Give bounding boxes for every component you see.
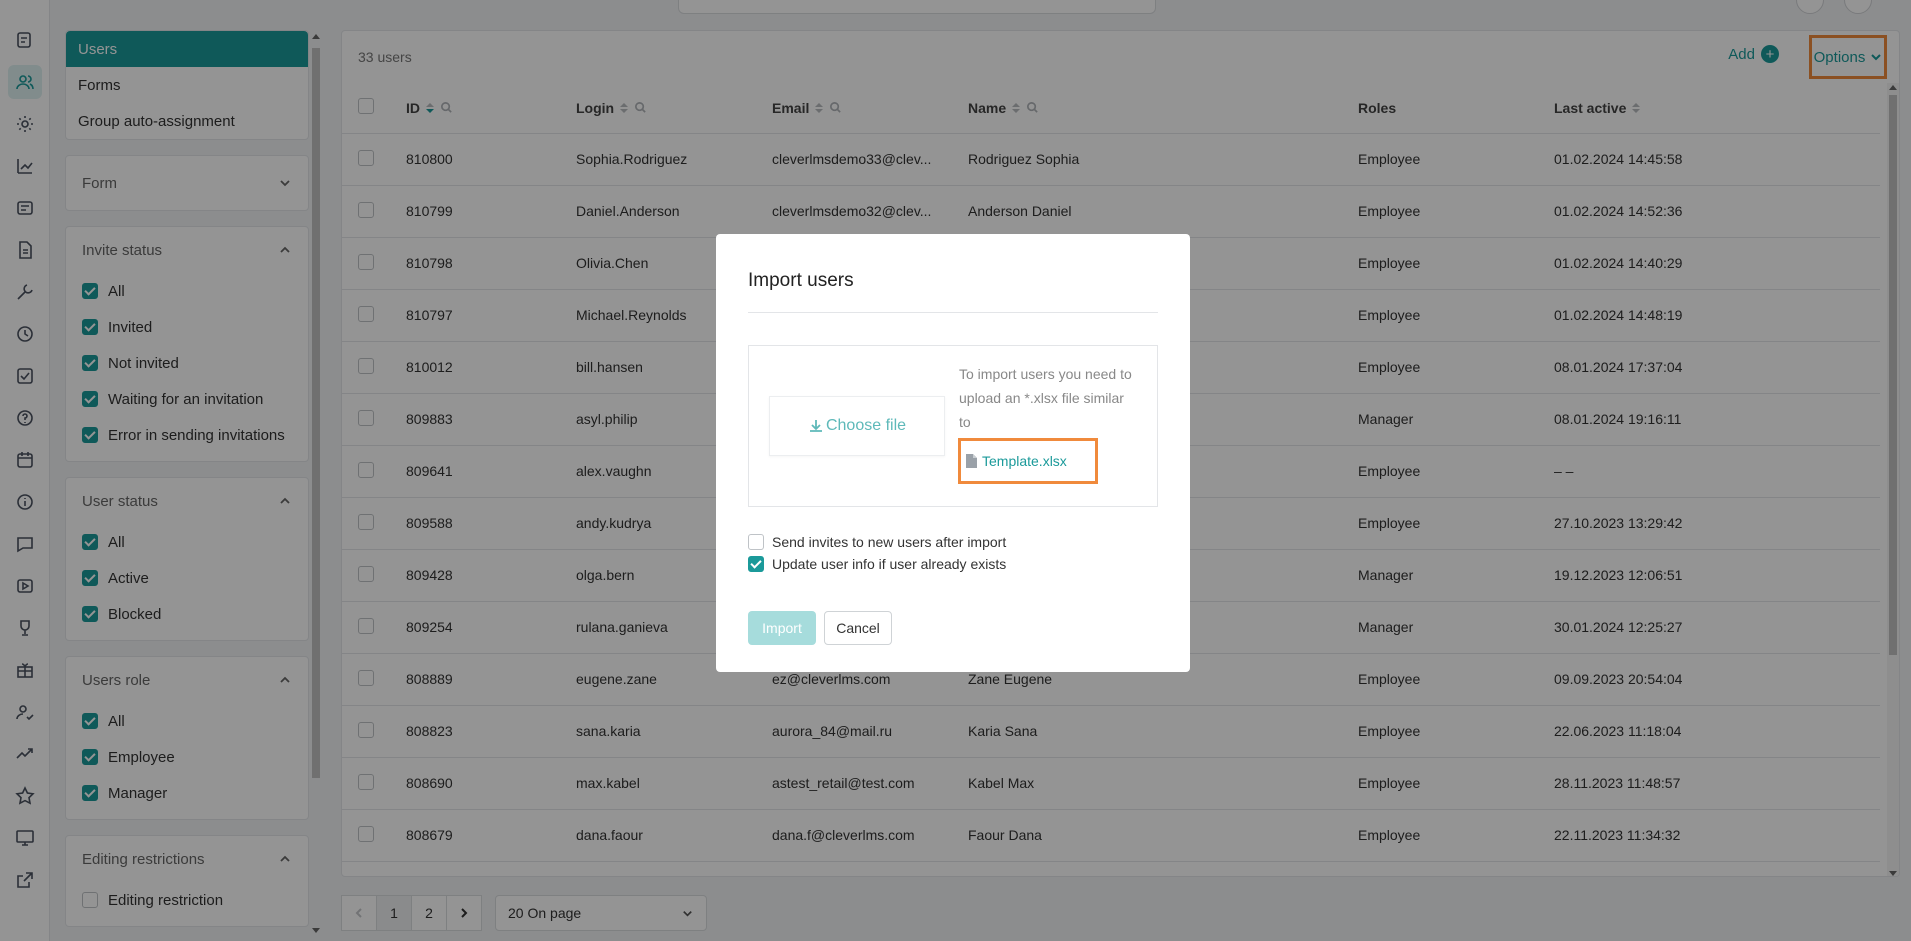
download-icon [809,420,822,432]
cancel-button[interactable]: Cancel [824,611,892,645]
template-link[interactable]: Template.xlsx [958,438,1098,484]
template-link-label: Template.xlsx [982,453,1067,469]
send-invites-label: Send invites to new users after import [772,534,1007,550]
choose-file-label: Choose file [825,417,907,434]
file-icon [966,454,977,468]
update-info-option[interactable]: Update user info if user already exists [748,553,1158,575]
import-button[interactable]: Import [748,611,816,645]
update-info-label: Update user info if user already exists [772,556,1007,572]
modal-title: Import users [748,270,1158,313]
file-drop-area[interactable]: Choose file To import users you need to … [748,345,1158,507]
choose-file-button[interactable]: Choose file [769,396,945,456]
send-invites-checkbox[interactable] [748,534,764,550]
update-info-checkbox[interactable] [748,556,764,572]
send-invites-option[interactable]: Send invites to new users after import [748,531,1158,553]
import-help-text: To import users you need to upload an *.… [959,366,1132,430]
import-users-modal: Import users Choose file To import users… [716,234,1190,672]
